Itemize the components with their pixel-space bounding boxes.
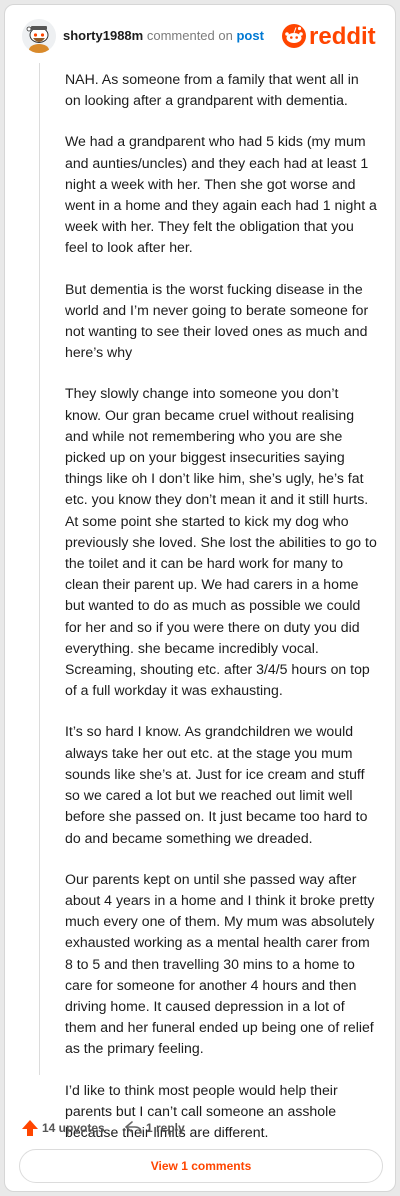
comment-header: shorty1988m commented on post reddit [19, 17, 387, 57]
comment-body: NAH. As someone from a family that went … [65, 69, 377, 1163]
upvote-arrow-icon[interactable] [21, 1119, 39, 1137]
comment-paragraph: It’s so hard I know. As grandchildren we… [65, 723, 368, 846]
reddit-logo-icon[interactable]: reddit [281, 21, 389, 51]
comment-footer: 14 upvotes 1 reply [21, 1115, 381, 1141]
view-comments-button[interactable]: View 1 comments [19, 1149, 383, 1183]
reply-arrow-icon[interactable] [125, 1120, 142, 1136]
snoo-avatar-icon[interactable] [22, 19, 56, 53]
username-link[interactable]: shorty1988m [63, 28, 143, 43]
commented-on-text: commented on [146, 28, 233, 43]
comment-paragraph: NAH. As someone from a family that went … [65, 71, 359, 109]
comment-paragraph: Our parents kept on until she passed way… [65, 870, 375, 1057]
comment-card: shorty1988m commented on post reddit NAH… [4, 4, 396, 1192]
post-link[interactable]: post [236, 28, 263, 43]
reddit-logo-text: reddit [309, 23, 376, 50]
reply-button[interactable]: 1 reply [146, 1121, 185, 1135]
comment-meta: shorty1988m commented on post [63, 28, 264, 43]
thread-line[interactable] [39, 63, 40, 1075]
comment-paragraph: But dementia is the worst fucking diseas… [65, 280, 369, 361]
comment-paragraph: They slowly change into someone you don’… [65, 385, 377, 699]
comment-paragraph: We had a grandparent who had 5 kids (my … [65, 133, 377, 256]
upvote-count[interactable]: 14 upvotes [42, 1121, 105, 1135]
